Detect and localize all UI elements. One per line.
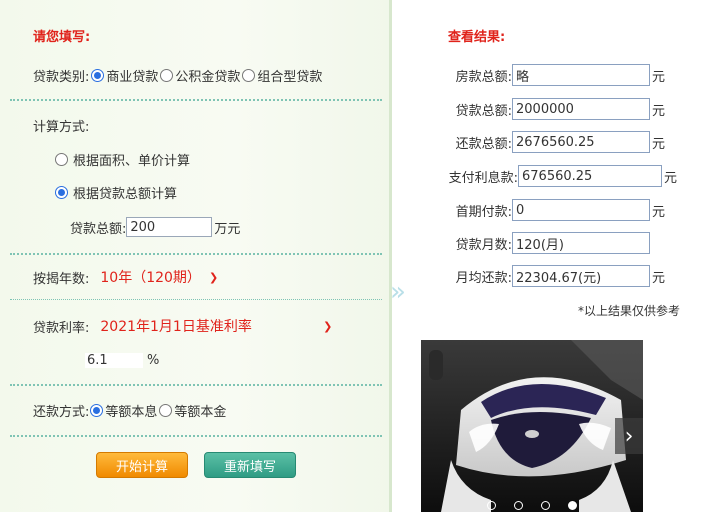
result-unit: 元 bbox=[652, 204, 666, 220]
repayment-row: 还款方式: 等额本息 等额本金 bbox=[33, 401, 226, 420]
input-section-title: 请您填写: bbox=[33, 30, 91, 45]
loan-type-label: 贷款类别: bbox=[33, 69, 90, 85]
result-value-months: 120(月) bbox=[512, 232, 650, 254]
result-label: 贷款月数: bbox=[455, 237, 512, 253]
option-combined-loan[interactable]: 组合型贷款 bbox=[257, 66, 322, 85]
calc-method-label: 计算方式: bbox=[33, 119, 90, 135]
carousel-dot[interactable] bbox=[541, 500, 550, 510]
result-row-monthly: 月均还款: 22304.67(元) 元 bbox=[392, 265, 665, 287]
carousel-next-button[interactable]: › bbox=[615, 418, 643, 454]
years-row: 按揭年数: 10年（120期） ❯ bbox=[33, 267, 218, 287]
result-row-interest: 支付利息款: 676560.25 元 bbox=[392, 165, 677, 187]
rate-value-input[interactable]: 6.1 bbox=[85, 352, 143, 368]
separator bbox=[10, 253, 382, 255]
option-calc-by-total[interactable]: 根据贷款总额计算 bbox=[73, 183, 177, 202]
result-section-title: 查看结果: bbox=[448, 30, 506, 45]
result-row-house-total: 房款总额: 略 元 bbox=[392, 64, 665, 86]
chevron-down-icon: ❯ bbox=[323, 319, 333, 333]
radio-provident-fund-loan[interactable] bbox=[160, 68, 174, 82]
carousel-dot-active[interactable] bbox=[568, 500, 577, 510]
years-select-value: 10年（120期） bbox=[100, 270, 201, 286]
separator bbox=[10, 435, 382, 437]
calc-option-area-row[interactable]: 根据面积、单价计算 bbox=[55, 150, 190, 169]
loan-total-unit: 万元 bbox=[214, 221, 241, 237]
result-value-down-payment: 0 bbox=[512, 199, 650, 221]
calc-option-total-row[interactable]: 根据贷款总额计算 bbox=[55, 183, 177, 202]
repayment-label: 还款方式: bbox=[33, 404, 90, 420]
chevron-down-icon: ❯ bbox=[208, 270, 219, 284]
carousel-dot[interactable] bbox=[514, 500, 523, 510]
loan-total-label: 贷款总额: bbox=[70, 221, 127, 237]
carousel-dots bbox=[421, 498, 643, 512]
loan-total-row: 贷款总额: 200 万元 bbox=[70, 216, 240, 238]
years-label: 按揭年数: bbox=[33, 271, 90, 287]
car-photo-carousel[interactable]: › bbox=[421, 340, 643, 512]
radio-commercial-loan[interactable] bbox=[91, 68, 105, 82]
calculate-button[interactable]: 开始计算 bbox=[96, 452, 188, 478]
option-equal-principal[interactable]: 等额本金 bbox=[174, 401, 226, 420]
result-value-loan-total: 2000000 bbox=[512, 98, 650, 120]
separator bbox=[10, 384, 382, 386]
years-select[interactable]: 10年（120期） ❯ bbox=[100, 267, 218, 287]
separator bbox=[10, 299, 382, 300]
result-note: *以上结果仅供参考 bbox=[578, 304, 681, 318]
radio-calc-by-area[interactable] bbox=[55, 152, 68, 166]
result-value-house-total: 略 bbox=[512, 64, 650, 86]
result-row-down-payment: 首期付款: 0 元 bbox=[392, 199, 665, 221]
input-panel: 请您填写: 贷款类别: 商业贷款 公积金贷款 组合型贷款 计算方式: 根据面积、… bbox=[0, 0, 392, 512]
result-unit: 元 bbox=[652, 69, 666, 85]
car-image bbox=[421, 340, 643, 512]
result-label: 支付利息款: bbox=[448, 170, 518, 186]
result-row-months: 贷款月数: 120(月) bbox=[392, 232, 650, 254]
radio-equal-installment[interactable] bbox=[90, 403, 104, 417]
result-row-loan-total: 贷款总额: 2000000 元 bbox=[392, 98, 665, 120]
result-unit: 元 bbox=[652, 136, 666, 152]
result-value-repay-total: 2676560.25 bbox=[512, 131, 650, 153]
result-unit: 元 bbox=[664, 170, 678, 186]
result-label: 还款总额: bbox=[455, 136, 512, 152]
result-unit: 元 bbox=[652, 103, 666, 119]
option-equal-installment[interactable]: 等额本息 bbox=[105, 401, 157, 420]
separator bbox=[10, 99, 382, 101]
result-value-interest: 676560.25 bbox=[518, 165, 662, 187]
result-value-monthly: 22304.67(元) bbox=[512, 265, 650, 287]
rate-select[interactable]: 2021年1月1日基准利率 ❯ bbox=[100, 316, 340, 336]
radio-combined-loan[interactable] bbox=[242, 68, 256, 82]
calc-method-row: 计算方式: bbox=[33, 116, 90, 135]
loan-total-input[interactable]: 200 bbox=[126, 217, 213, 237]
result-label: 首期付款: bbox=[455, 204, 512, 220]
rate-label: 贷款利率: bbox=[33, 320, 90, 336]
rate-value-row: 6.1 % bbox=[85, 350, 159, 370]
option-commercial-loan[interactable]: 商业贷款 bbox=[106, 66, 158, 85]
result-label: 贷款总额: bbox=[455, 103, 512, 119]
radio-calc-by-total[interactable] bbox=[55, 185, 68, 199]
rate-unit: % bbox=[147, 352, 160, 368]
option-provident-fund-loan[interactable]: 公积金贷款 bbox=[175, 66, 240, 85]
rate-row: 贷款利率: 2021年1月1日基准利率 ❯ bbox=[33, 316, 340, 336]
result-unit: 元 bbox=[652, 270, 666, 286]
carousel-dot[interactable] bbox=[487, 500, 496, 510]
loan-type-row: 贷款类别: 商业贷款 公积金贷款 组合型贷款 bbox=[33, 66, 322, 85]
double-chevron-right-icon: » bbox=[390, 277, 406, 307]
result-row-repay-total: 还款总额: 2676560.25 元 bbox=[392, 131, 665, 153]
radio-equal-principal[interactable] bbox=[159, 403, 173, 417]
rate-select-value: 2021年1月1日基准利率 bbox=[100, 319, 252, 335]
reset-button[interactable]: 重新填写 bbox=[204, 452, 296, 478]
result-label: 房款总额: bbox=[455, 69, 512, 85]
option-calc-by-area[interactable]: 根据面积、单价计算 bbox=[73, 150, 190, 169]
